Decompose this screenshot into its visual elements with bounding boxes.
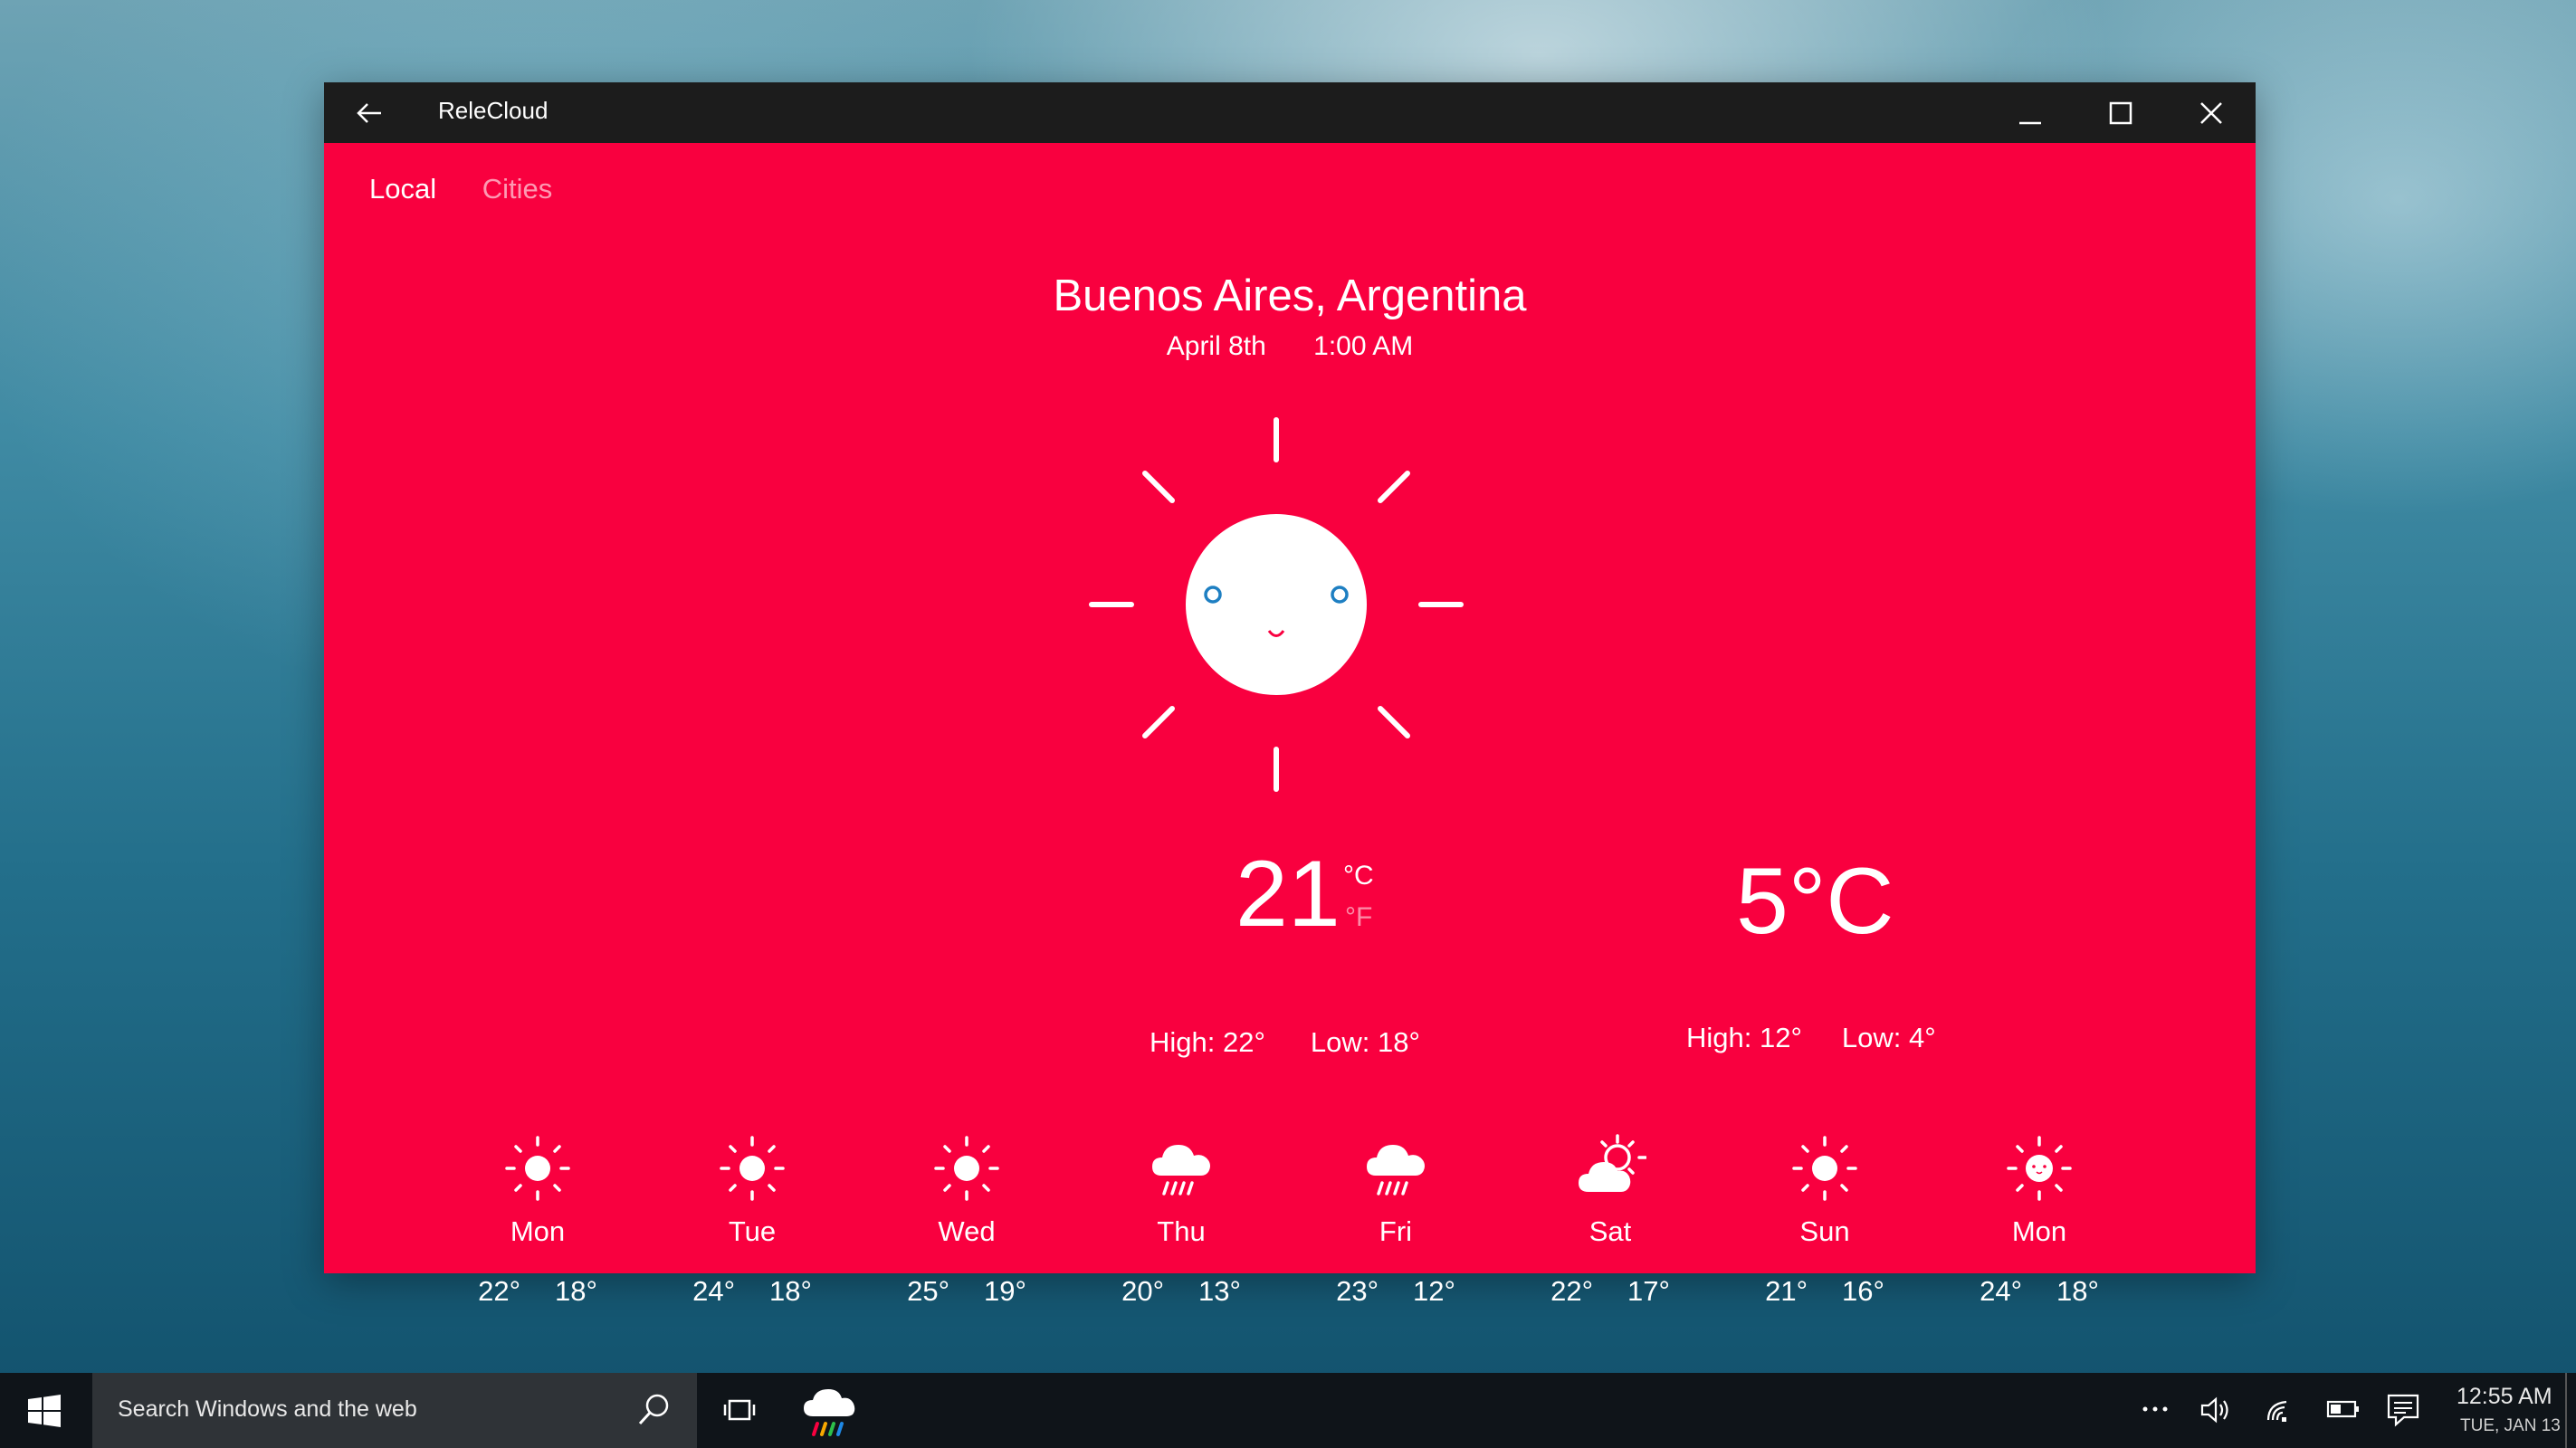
forecast-day[interactable]: Wed 25° 19° — [876, 1132, 1057, 1308]
city-name: Buenos Aires, Argentina — [1053, 272, 1527, 320]
date-time: April 8th 1:00 AM — [324, 331, 2256, 362]
current-low: Low: 18° — [1310, 1026, 1420, 1058]
secondary-high-low: High: 12° Low: 4° — [1686, 1022, 1936, 1054]
clock-time[interactable]: 12:55 AM — [2457, 1384, 2552, 1410]
fahrenheit-toggle[interactable]: °F — [1345, 902, 1372, 933]
secondary-high: High: 12° — [1686, 1022, 1802, 1053]
maximize-button[interactable] — [2075, 82, 2166, 143]
time-label: 1:00 AM — [1313, 331, 1414, 361]
forecast-day[interactable]: Tue 24° 18° — [662, 1132, 843, 1308]
task-view-icon — [723, 1399, 756, 1421]
sun-icon — [934, 1136, 999, 1201]
show-desktop-button[interactable] — [2565, 1373, 2567, 1448]
close-button[interactable] — [2166, 82, 2256, 143]
forecast-day-name: Sat — [1589, 1215, 1632, 1247]
forecast-high: 23° — [1336, 1275, 1379, 1307]
forecast-high: 22° — [478, 1275, 520, 1307]
back-arrow-icon — [357, 103, 381, 123]
forecast-low: 13° — [1198, 1275, 1241, 1307]
taskbar: Search Windows and the web 12:55 AM TUE,… — [0, 1373, 2576, 1448]
current-high-low: High: 22° Low: 18° — [1150, 1026, 1420, 1059]
forecast-high: 24° — [1980, 1275, 2022, 1307]
windows-start-icon — [28, 1395, 61, 1427]
forecast-day[interactable]: Sun 21° 16° — [1734, 1132, 1915, 1308]
forecast-high: 20° — [1121, 1275, 1164, 1307]
forecast-low: 19° — [984, 1275, 1026, 1307]
battery-icon[interactable] — [2326, 1398, 2361, 1420]
network-icon[interactable] — [2265, 1395, 2295, 1425]
forecast-day-name: Thu — [1157, 1215, 1206, 1247]
sun-icon — [720, 1136, 785, 1201]
forecast-day[interactable]: Mon 24° 18° — [1949, 1132, 2130, 1308]
forecast-day[interactable]: Thu 20° 13° — [1091, 1132, 1272, 1308]
forecast-high: 24° — [692, 1275, 735, 1307]
forecast-high: 22° — [1550, 1275, 1593, 1307]
forecast-day[interactable]: Sat 22° 17° — [1520, 1132, 1701, 1308]
relecloud-app-icon — [804, 1389, 855, 1436]
relecloud-taskbar-button[interactable] — [787, 1373, 869, 1448]
celsius-toggle[interactable]: °C — [1343, 861, 1374, 891]
forecast-temps: 22° 18° — [447, 1275, 628, 1308]
more-dots-icon[interactable] — [2142, 1405, 2169, 1413]
forecast-day-name: Tue — [728, 1215, 777, 1247]
forecast-low: 18° — [2056, 1275, 2099, 1307]
tab-cities[interactable]: Cities — [482, 173, 553, 205]
forecast-low: 16° — [1842, 1275, 1884, 1307]
volume-icon[interactable] — [2199, 1395, 2232, 1425]
forecast-day-name: Wed — [938, 1215, 996, 1247]
rain-cloud-icon — [1152, 1145, 1210, 1196]
forecast-temps: 20° 13° — [1091, 1275, 1272, 1308]
app-title: ReleCloud — [438, 97, 549, 124]
back-button[interactable] — [351, 95, 387, 131]
title-bar[interactable]: ReleCloud — [324, 82, 2256, 143]
forecast-low: 17° — [1627, 1275, 1670, 1307]
action-center-icon[interactable] — [2386, 1393, 2420, 1427]
forecast-high: 21° — [1765, 1275, 1808, 1307]
maximize-icon — [2109, 101, 2132, 125]
secondary-low: Low: 4° — [1841, 1022, 1936, 1053]
forecast-temps: 21° 16° — [1734, 1275, 1915, 1308]
smiling-sun-icon — [2007, 1136, 2072, 1201]
minimize-button[interactable] — [1985, 82, 2075, 143]
task-view-button[interactable] — [715, 1373, 765, 1448]
relecloud-window: ReleCloud Local Cities Buenos Aires, Arg… — [324, 82, 2256, 1307]
forecast-temps: 24° 18° — [1949, 1275, 2130, 1308]
current-high: High: 22° — [1150, 1026, 1265, 1058]
forecast-temps: 22° 17° — [1520, 1275, 1701, 1308]
taskbar-search-box[interactable]: Search Windows and the web — [92, 1373, 697, 1448]
tab-local[interactable]: Local — [369, 173, 436, 205]
forecast-low: 18° — [769, 1275, 812, 1307]
forecast-day-name: Mon — [2011, 1215, 2067, 1247]
forecast-low: 12° — [1413, 1275, 1455, 1307]
sun-icon — [505, 1136, 570, 1201]
forecast-day-name: Fri — [1379, 1215, 1413, 1247]
current-temperature: 21 — [1236, 842, 1340, 947]
forecast-high: 25° — [907, 1275, 949, 1307]
search-placeholder: Search Windows and the web — [118, 1396, 417, 1422]
smiling-sun-icon — [1089, 417, 1464, 792]
forecast-day-name: Mon — [510, 1215, 566, 1247]
start-button[interactable] — [0, 1373, 91, 1448]
view-tabs: Local Cities — [369, 173, 590, 205]
clock-date[interactable]: TUE, JAN 13 — [2460, 1416, 2561, 1436]
forecast-day-name: Sun — [1799, 1215, 1850, 1247]
close-icon — [2200, 102, 2222, 124]
forecast-temps: 25° 19° — [876, 1275, 1057, 1308]
minimize-icon — [2019, 121, 2041, 125]
date-label: April 8th — [1166, 331, 1266, 361]
forecast-temps: 23° 12° — [1305, 1275, 1486, 1308]
forecast-day[interactable]: Mon 22° 18° — [447, 1132, 628, 1308]
forecast-day[interactable]: Fri 23° 12° — [1305, 1132, 1486, 1308]
partly-cloudy-icon — [1579, 1134, 1646, 1192]
forecast-low: 18° — [555, 1275, 597, 1307]
search-icon[interactable] — [635, 1391, 673, 1429]
forecast-temps: 24° 18° — [662, 1275, 843, 1308]
sun-icon — [1792, 1136, 1857, 1201]
rain-cloud-icon — [1367, 1145, 1425, 1196]
secondary-temperature: 5°C — [1736, 849, 1894, 954]
